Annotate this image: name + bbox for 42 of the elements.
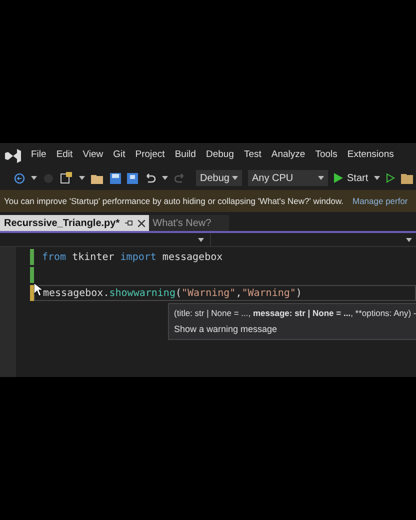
menu-item[interactable]: Tools [315,148,338,163]
caret-icon [198,238,204,242]
menu-item[interactable]: File [31,148,46,163]
open-folder-icon[interactable] [91,172,104,184]
menu-item[interactable]: View [82,148,104,163]
tooltip-description: Show a warning message [174,322,278,336]
menu-item[interactable]: Project [135,148,165,163]
menu-item[interactable]: Edit [56,148,73,163]
caret-icon [374,176,380,180]
caret-icon [31,176,37,180]
platform-dropdown[interactable]: Any CPU [248,170,328,186]
mouse-pointer-icon [34,283,43,296]
menu-item[interactable]: Analyze [271,148,306,163]
menu-item[interactable]: Extensions [347,148,394,163]
manage-link[interactable]: Manage perfor [352,194,408,208]
signature-text: (title: str | None = ..., message: str | None = ..., **options: Any) - [174,307,416,320]
new-item-icon[interactable] [60,172,73,184]
menu-item[interactable]: Git [113,148,126,163]
folder-icon[interactable] [401,172,414,184]
undo-icon[interactable] [144,172,156,184]
caret-icon [232,176,238,180]
save-icon[interactable] [110,172,121,184]
menu-item[interactable]: Test [244,148,262,163]
caret-icon [162,176,168,180]
save-all-icon[interactable] [127,172,138,184]
menu-item[interactable]: Debug [206,148,234,163]
start-button[interactable]: Start [334,170,368,186]
play-icon [334,173,343,183]
caret-icon [79,176,85,180]
info-message: You can improve 'Startup' performance by auto hiding or collapsing 'What's New?' window. [4,194,344,208]
menu-item[interactable]: Build [174,148,196,163]
close-icon[interactable] [138,220,145,226]
editor-tab[interactable]: What's New? [148,215,229,231]
run-outline-icon[interactable] [386,173,396,183]
app-logo-icon [5,148,21,162]
code-line: from tkinter import messagebox [41,250,224,264]
caret-icon [406,238,412,242]
caret-icon [318,176,324,180]
editor-tab[interactable]: Recurssive_Triangle.py* [0,215,149,231]
back-icon[interactable] [14,172,25,184]
pin-icon[interactable] [124,220,133,226]
configuration-dropdown[interactable]: Debug [196,170,242,186]
